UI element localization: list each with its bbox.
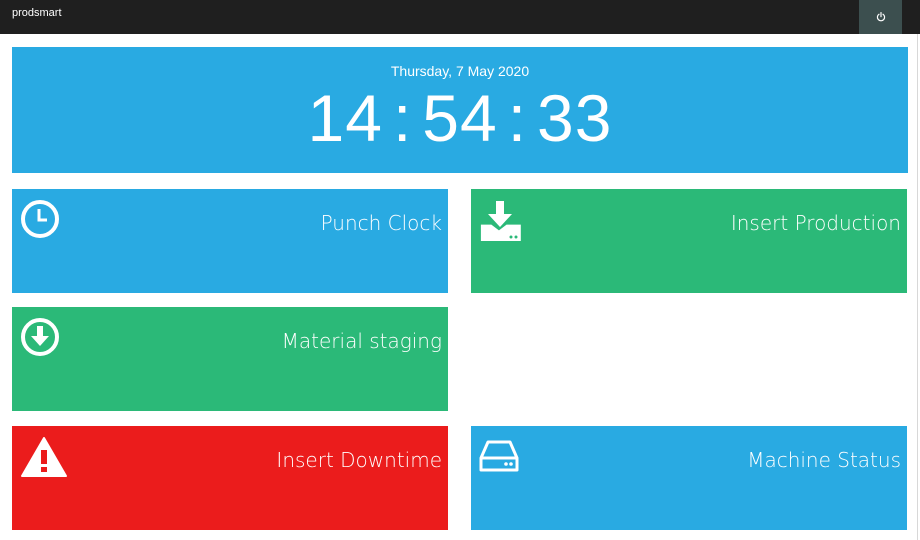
download-tray-icon: [480, 201, 521, 241]
tile-label: Insert Production: [730, 211, 901, 235]
clock-separator: :: [392, 81, 413, 155]
clock-date: Thursday, 7 May 2020: [390, 63, 530, 79]
hard-drive-icon: [479, 440, 519, 472]
app-brand: prodsmart: [12, 7, 62, 19]
warning-icon: [21, 437, 67, 477]
clock-panel: Thursday, 7 May 2020 14:54:33: [12, 47, 908, 173]
clock-time: 14:54:33: [12, 83, 908, 153]
clock-seconds: 33: [537, 81, 613, 155]
insert-production-tile[interactable]: Insert Production: [471, 189, 907, 293]
clock-icon: [21, 200, 59, 238]
insert-downtime-tile[interactable]: Insert Downtime: [12, 426, 448, 530]
right-edge-divider: [917, 34, 918, 540]
clock-minutes: 54: [422, 81, 498, 155]
clock-hours: 14: [307, 81, 383, 155]
tile-label: Material staging: [281, 329, 442, 353]
machine-status-tile[interactable]: Machine Status: [471, 426, 907, 530]
clock-separator: :: [507, 81, 528, 155]
tile-label: Machine Status: [747, 448, 901, 472]
tile-label: Insert Downtime: [276, 448, 442, 472]
power-button[interactable]: [859, 0, 902, 34]
power-icon: [876, 12, 885, 22]
material-staging-tile[interactable]: Material staging: [12, 307, 448, 411]
arrow-down-circle-icon: [21, 318, 59, 356]
tile-label: Punch Clock: [320, 211, 442, 235]
punch-clock-tile[interactable]: Punch Clock: [12, 189, 448, 293]
top-bar: prodsmart: [0, 0, 920, 34]
